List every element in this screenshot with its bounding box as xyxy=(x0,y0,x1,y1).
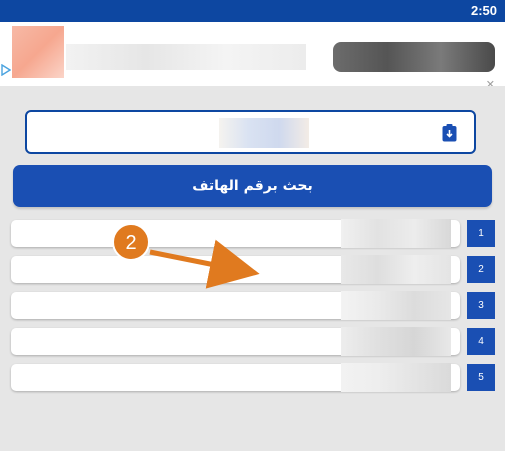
phone-value-blur xyxy=(219,118,309,148)
result-number: 1 xyxy=(467,220,495,247)
ad-choices-icon[interactable] xyxy=(1,64,11,76)
ad-banner[interactable]: ✕ xyxy=(0,22,505,86)
result-name-blur xyxy=(341,219,451,248)
result-row-4[interactable]: 4 xyxy=(11,327,495,356)
result-row-2[interactable]: 2 xyxy=(11,255,495,284)
result-name-blur xyxy=(341,291,451,320)
contact-icon[interactable] xyxy=(442,124,457,142)
result-number: 5 xyxy=(467,364,495,391)
result-name-blur xyxy=(341,255,451,284)
result-row-5[interactable]: 5 xyxy=(11,363,495,392)
result-number: 4 xyxy=(467,328,495,355)
result-number: 3 xyxy=(467,292,495,319)
search-by-phone-button[interactable]: بحث برقم الهاتف xyxy=(13,165,492,207)
result-number: 2 xyxy=(467,256,495,283)
result-name-blur xyxy=(341,363,451,392)
result-row-1[interactable]: 1 xyxy=(11,219,495,248)
ad-image-blur xyxy=(12,26,64,78)
status-time: 2:50 xyxy=(470,3,497,18)
status-bar: 2:50 xyxy=(0,0,505,22)
result-name-blur xyxy=(341,327,451,356)
ad-button-blur xyxy=(333,42,495,72)
result-row-3[interactable]: 3 xyxy=(11,291,495,320)
phone-input[interactable] xyxy=(25,110,476,154)
ad-close-icon[interactable]: ✕ xyxy=(486,78,495,86)
ad-text-blur xyxy=(66,44,306,70)
